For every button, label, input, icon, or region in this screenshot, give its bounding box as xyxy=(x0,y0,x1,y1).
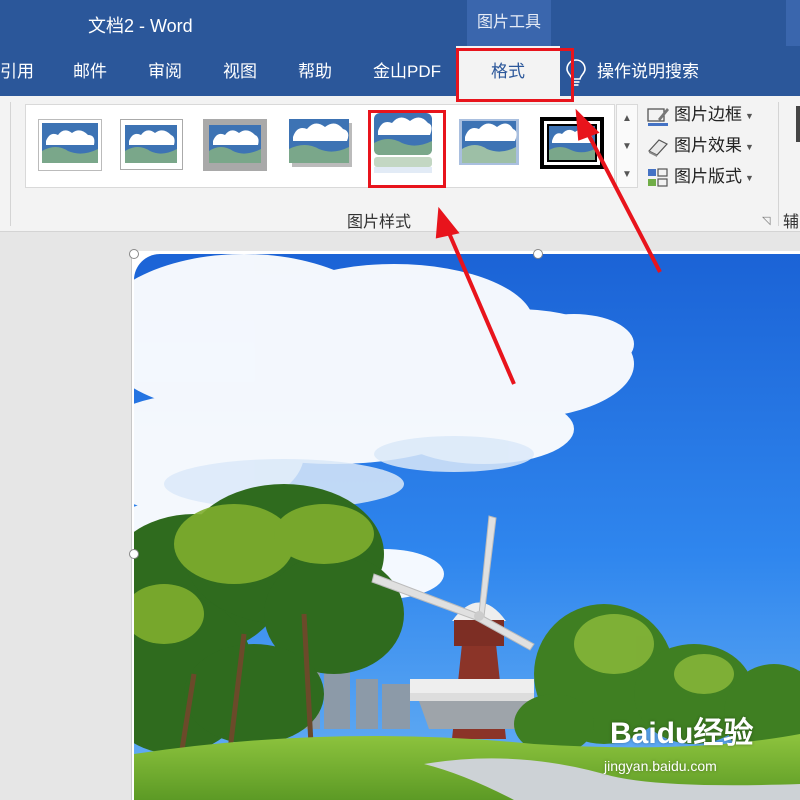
style-thick-matte-gray[interactable] xyxy=(203,119,267,171)
style-drop-shadow-rectangle[interactable] xyxy=(289,117,353,169)
picture-layout-label: 图片版式 xyxy=(674,167,742,186)
window-title: 文档2 - Word xyxy=(88,16,193,36)
tab-kingsoft-pdf[interactable]: 金山PDF xyxy=(373,46,441,96)
annotation-highlight-selected-style xyxy=(368,110,446,188)
tell-me-label: 操作说明搜索 xyxy=(597,62,699,81)
style-double-frame-black[interactable] xyxy=(540,117,604,169)
picture-border-label: 图片边框 xyxy=(674,105,742,124)
picture-layout-icon xyxy=(648,167,668,187)
picture-border-button[interactable]: 图片边框 ▼ xyxy=(646,102,754,128)
arrange-group-icon[interactable] xyxy=(796,106,800,142)
baidu-watermark-logo: Baidu经验 xyxy=(610,717,754,750)
picture-styles-group-label: 图片样式 xyxy=(347,214,412,231)
picture-effects-button[interactable]: 图片效果 ▼ xyxy=(646,133,754,159)
picture-styles-gallery xyxy=(25,104,615,188)
next-group-label: 辅 xyxy=(783,214,800,231)
resize-handle-middle-left[interactable] xyxy=(129,549,139,559)
group-separator xyxy=(10,102,11,226)
ribbon-tab-row: 引用 邮件 审阅 视图 帮助 金山PDF 格式 操作说明搜索 xyxy=(0,46,800,96)
chevron-down-icon: ▼ xyxy=(745,172,754,183)
style-simple-frame-white[interactable] xyxy=(38,119,102,171)
style-soft-edge-rectangle[interactable] xyxy=(457,117,521,169)
gallery-scrollbar: ▲ ▼ ▼ xyxy=(616,104,638,188)
tab-help[interactable]: 帮助 xyxy=(298,46,332,96)
gallery-scroll-down-button[interactable]: ▼ xyxy=(617,133,637,160)
tell-me-search[interactable]: 操作说明搜索 xyxy=(565,46,699,96)
baidu-watermark-url: jingyan.baidu.com xyxy=(604,758,717,774)
gallery-more-button[interactable]: ▼ xyxy=(617,161,637,188)
resize-handle-top-middle[interactable] xyxy=(533,249,543,259)
title-bar: 文档2 - Word 图片工具 xyxy=(0,0,800,46)
dialog-launcher-icon[interactable]: ◹ xyxy=(762,214,770,227)
title-bar-edge xyxy=(786,0,800,46)
style-simple-frame-shadow[interactable] xyxy=(120,119,184,171)
annotation-highlight-format-tab xyxy=(456,48,574,102)
picture-tools-context-label: 图片工具 xyxy=(467,0,551,46)
picture-effects-icon xyxy=(648,138,668,157)
picture-border-icon xyxy=(647,107,669,126)
tab-review[interactable]: 审阅 xyxy=(148,46,182,96)
picture-effects-label: 图片效果 xyxy=(674,136,742,155)
chevron-down-icon: ▼ xyxy=(745,141,754,152)
chevron-down-icon: ▼ xyxy=(745,110,754,121)
group-separator xyxy=(778,102,779,226)
picture-layout-button[interactable]: 图片版式 ▼ xyxy=(646,164,754,190)
tab-view[interactable]: 视图 xyxy=(223,46,257,96)
resize-handle-top-left[interactable] xyxy=(129,249,139,259)
tab-references[interactable]: 引用 xyxy=(0,46,34,96)
tab-mailings[interactable]: 邮件 xyxy=(73,46,107,96)
gallery-scroll-up-button[interactable]: ▲ xyxy=(617,105,637,132)
